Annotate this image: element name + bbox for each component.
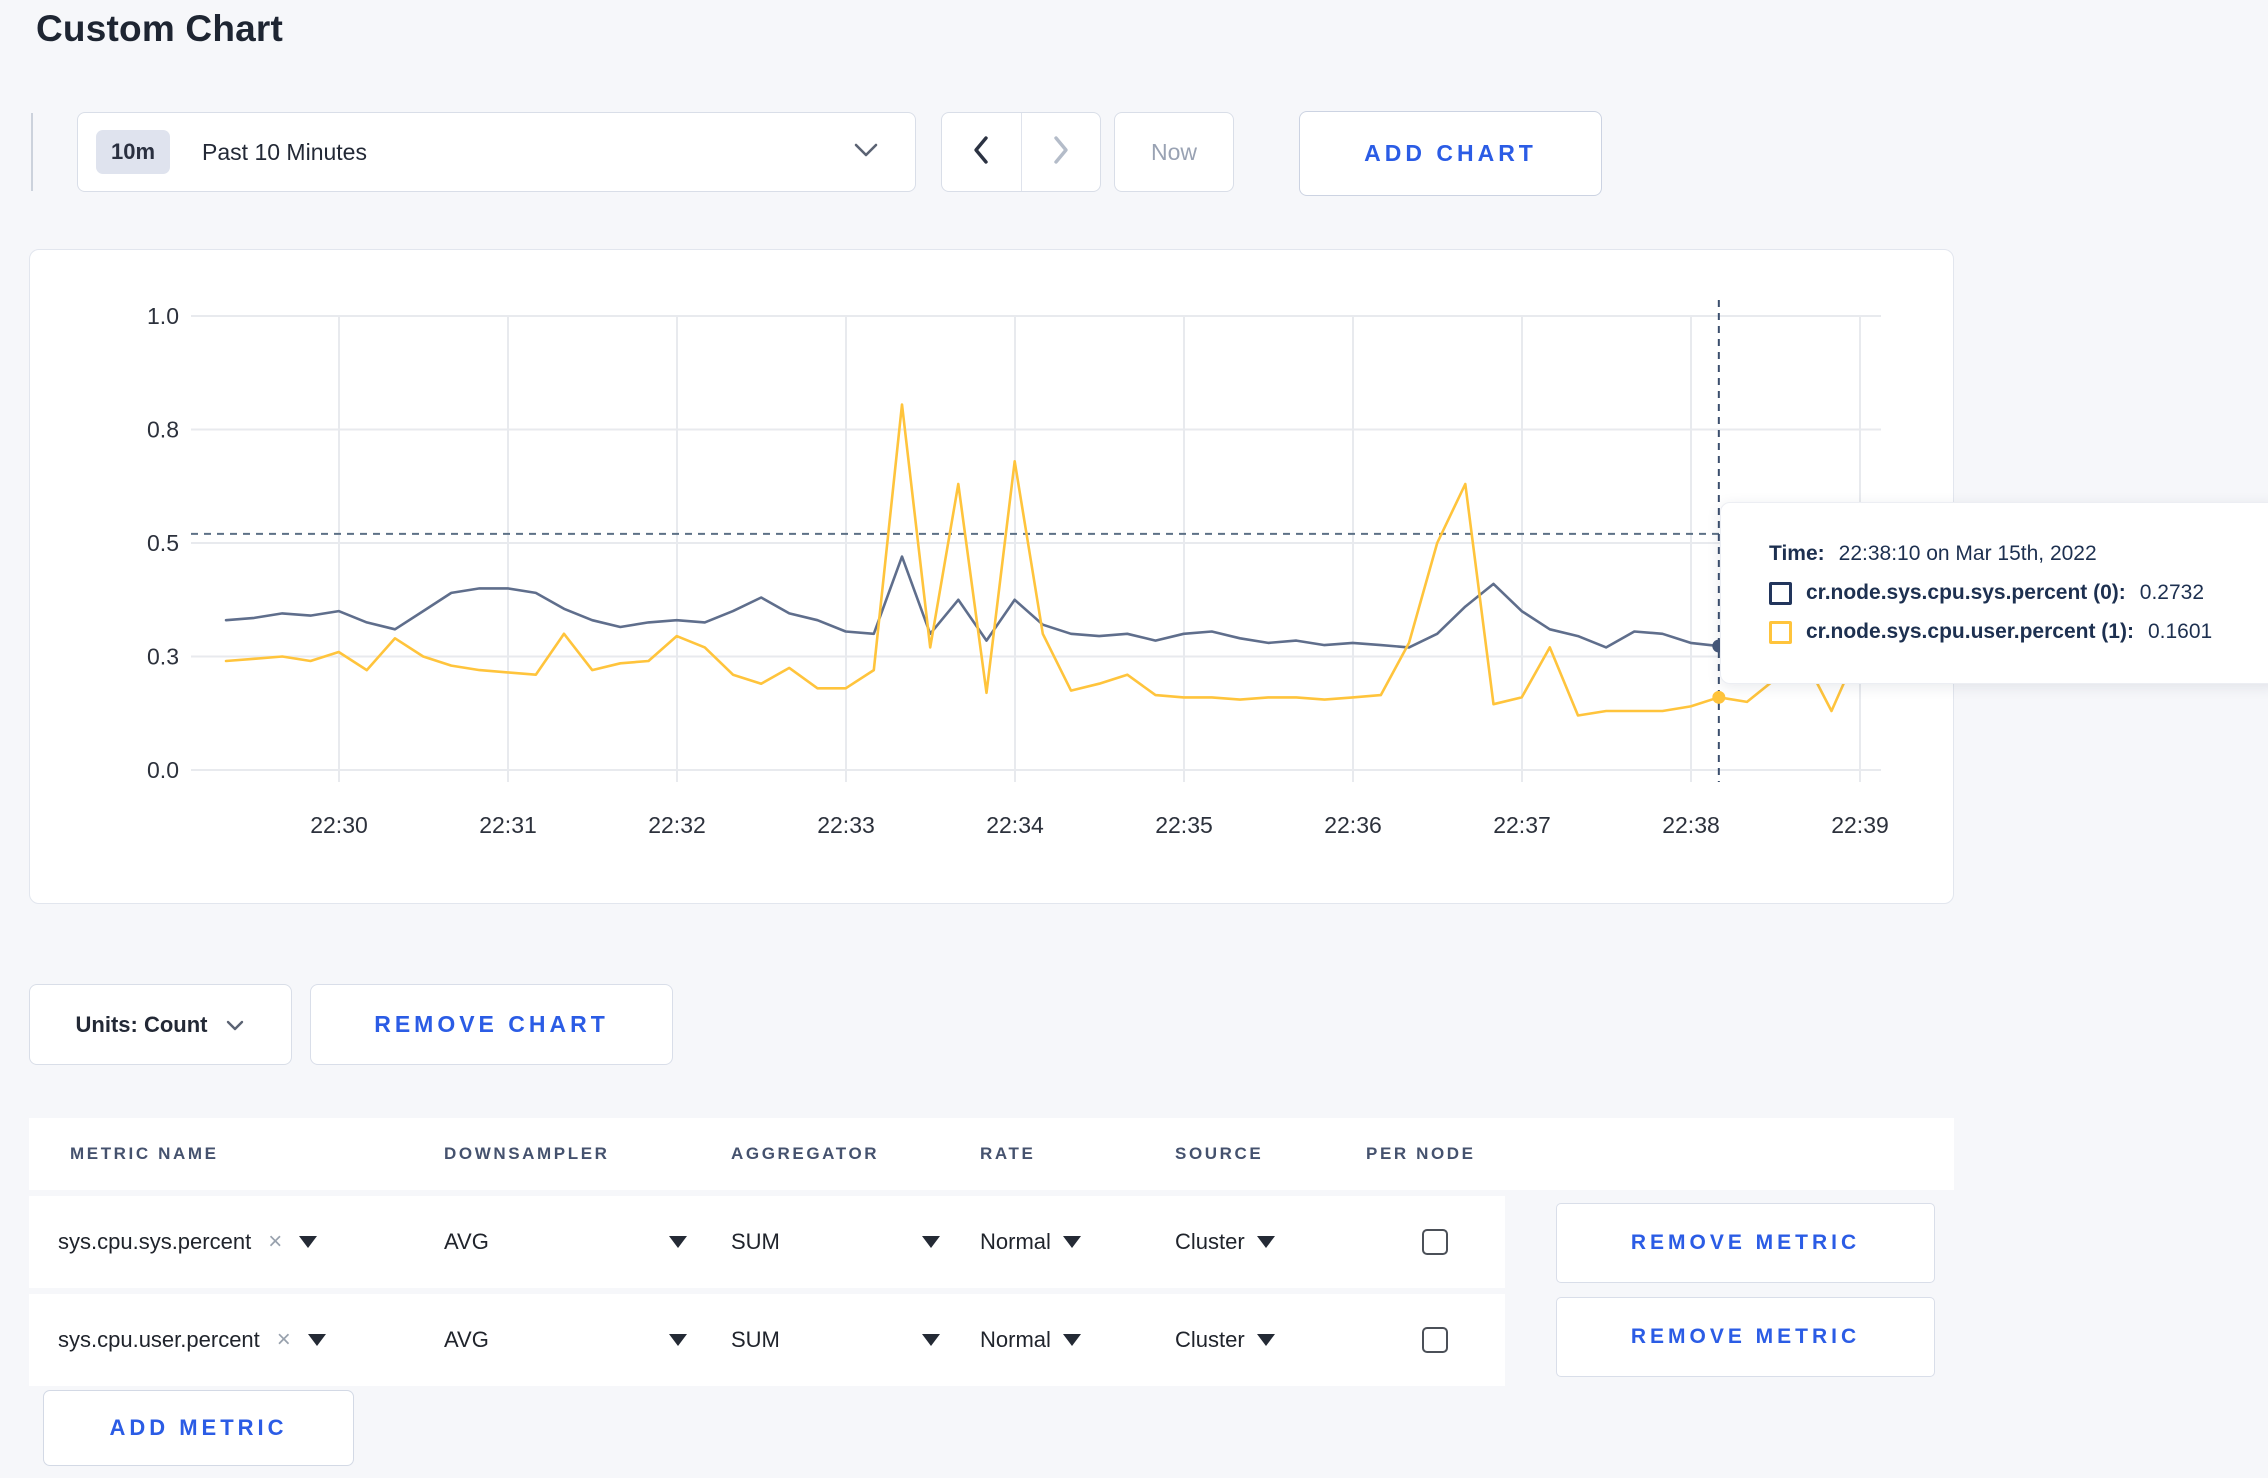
downsampler-value: AVG xyxy=(444,1327,489,1352)
dropdown-arrow-icon xyxy=(1062,1334,1081,1346)
now-button[interactable]: Now xyxy=(1114,112,1234,192)
clear-metric-icon[interactable]: × xyxy=(268,1228,282,1256)
user-series-swatch-icon xyxy=(1769,620,1792,644)
time-range-badge: 10m xyxy=(96,130,171,174)
rate-dropdown[interactable]: Normal xyxy=(980,1229,1081,1255)
y-axis-tick-label: 1.0 xyxy=(147,303,179,329)
page-title: Custom Chart xyxy=(36,8,284,49)
y-axis-tick-label: 0.5 xyxy=(147,530,179,556)
x-axis-tick-label: 22:37 xyxy=(1493,812,1551,838)
units-label: Units: Count xyxy=(75,1011,208,1037)
col-header-source: SOURCE xyxy=(1175,1144,1264,1163)
x-axis-tick-label: 22:33 xyxy=(817,812,875,838)
tooltip-time-label: Time: xyxy=(1769,542,1825,565)
clear-metric-icon[interactable]: × xyxy=(277,1326,291,1354)
time-range-label: Past 10 Minutes xyxy=(202,138,367,165)
prev-window-button[interactable] xyxy=(942,113,1022,191)
series-line-user xyxy=(224,403,1861,717)
col-header-downsampler: DOWNSAMPLER xyxy=(444,1144,610,1163)
dropdown-arrow-icon xyxy=(669,1334,687,1346)
chart-tooltip: Time: 22:38:10 on Mar 15th, 2022 cr.node… xyxy=(1720,502,2268,684)
dropdown-arrow-icon xyxy=(307,1334,326,1346)
downsampler-dropdown[interactable]: AVG xyxy=(444,1327,687,1353)
metric-name-value: sys.cpu.sys.percent xyxy=(58,1229,252,1254)
per-node-checkbox[interactable] xyxy=(1422,1327,1448,1353)
metric-name-dropdown[interactable]: sys.cpu.sys.percent × xyxy=(58,1228,318,1256)
rate-dropdown[interactable]: Normal xyxy=(980,1327,1081,1353)
x-axis-tick-label: 22:35 xyxy=(1155,812,1213,838)
sys-series-swatch-icon xyxy=(1769,581,1792,605)
time-range-select[interactable]: 10m Past 10 Minutes xyxy=(77,112,916,192)
x-axis-tick-label: 22:38 xyxy=(1662,812,1720,838)
chevron-right-icon xyxy=(1051,135,1071,170)
source-value: Cluster xyxy=(1175,1327,1245,1352)
source-dropdown[interactable]: Cluster xyxy=(1175,1229,1275,1255)
add-chart-button[interactable]: ADD CHART xyxy=(1299,111,1602,196)
col-header-metric-name: METRIC NAME xyxy=(70,1144,219,1163)
chevron-down-icon xyxy=(853,142,879,163)
col-header-rate: RATE xyxy=(980,1144,1036,1163)
chart-card: 0.0 0.3 0.5 0.8 1.0 22:30 22:31 22:32 22:33 22:34… xyxy=(29,249,1954,904)
dropdown-arrow-icon xyxy=(922,1236,940,1248)
downsampler-dropdown[interactable]: AVG xyxy=(444,1229,687,1255)
tooltip-series-value: 0.1601 xyxy=(2147,620,2213,643)
x-axis-tick-label: 22:34 xyxy=(986,812,1044,838)
custom-chart-plot[interactable]: 0.0 0.3 0.5 0.8 1.0 22:30 22:31 22:32 22:33 22:34… xyxy=(30,250,1952,902)
dropdown-arrow-icon xyxy=(1256,1236,1275,1248)
tooltip-time-value: 22:38:10 on Mar 15th, 2022 xyxy=(1838,542,2097,565)
rate-value: Normal xyxy=(980,1327,1051,1352)
table-row: sys.cpu.user.percent × AVG SUM Normal Cl… xyxy=(29,1294,1505,1386)
tooltip-series-row: cr.node.sys.cpu.sys.percent (0): 0.2732 xyxy=(1769,581,2268,605)
source-dropdown[interactable]: Cluster xyxy=(1175,1327,1275,1353)
tooltip-series-name: cr.node.sys.cpu.sys.percent (0): xyxy=(1806,581,2126,604)
units-select[interactable]: Units: Count xyxy=(29,984,292,1065)
table-row: sys.cpu.sys.percent × AVG SUM Normal Clu… xyxy=(29,1196,1505,1288)
x-axis-tick-label: 22:30 xyxy=(310,812,368,838)
per-node-checkbox[interactable] xyxy=(1422,1229,1448,1255)
dropdown-arrow-icon xyxy=(669,1236,687,1248)
remove-metric-button[interactable]: REMOVE METRIC xyxy=(1556,1297,1935,1377)
chevron-down-icon xyxy=(225,1012,245,1038)
tooltip-series-value: 0.2732 xyxy=(2139,581,2205,604)
y-axis-tick-label: 0.8 xyxy=(147,417,179,443)
metric-name-value: sys.cpu.user.percent xyxy=(58,1327,260,1352)
source-value: Cluster xyxy=(1175,1229,1245,1254)
x-axis-tick-label: 22:31 xyxy=(479,812,537,838)
metric-name-dropdown[interactable]: sys.cpu.user.percent × xyxy=(58,1326,326,1354)
time-window-pager xyxy=(941,112,1101,192)
toolbar-left-divider xyxy=(31,113,33,191)
aggregator-dropdown[interactable]: SUM xyxy=(731,1229,940,1255)
dropdown-arrow-icon xyxy=(1062,1236,1081,1248)
dropdown-arrow-icon xyxy=(1256,1334,1275,1346)
next-window-button[interactable] xyxy=(1022,113,1101,191)
x-axis-tick-label: 22:36 xyxy=(1324,812,1382,838)
x-axis-tick-label: 22:39 xyxy=(1831,812,1889,838)
dropdown-arrow-icon xyxy=(299,1236,318,1248)
aggregator-dropdown[interactable]: SUM xyxy=(731,1327,940,1353)
dropdown-arrow-icon xyxy=(922,1334,940,1346)
downsampler-value: AVG xyxy=(444,1229,489,1254)
metrics-table-header: METRIC NAME DOWNSAMPLER AGGREGATOR RATE … xyxy=(29,1118,1954,1190)
aggregator-value: SUM xyxy=(731,1229,780,1254)
y-axis-tick-label: 0.0 xyxy=(147,757,179,783)
aggregator-value: SUM xyxy=(731,1327,780,1352)
crosshair-point-user xyxy=(1712,690,1726,704)
add-metric-button[interactable]: ADD METRIC xyxy=(43,1390,354,1466)
tooltip-series-name: cr.node.sys.cpu.user.percent (1): xyxy=(1806,620,2134,643)
col-header-aggregator: AGGREGATOR xyxy=(731,1144,880,1163)
col-header-per-node: PER NODE xyxy=(1366,1144,1476,1163)
tooltip-time-row: Time: 22:38:10 on Mar 15th, 2022 xyxy=(1769,542,2268,566)
chevron-left-icon xyxy=(971,135,991,170)
remove-chart-button[interactable]: REMOVE CHART xyxy=(310,984,673,1065)
tooltip-series-row: cr.node.sys.cpu.user.percent (1): 0.1601 xyxy=(1769,620,2268,644)
remove-metric-button[interactable]: REMOVE METRIC xyxy=(1556,1203,1935,1283)
x-axis-tick-label: 22:32 xyxy=(648,812,706,838)
y-axis-tick-label: 0.3 xyxy=(147,644,179,670)
rate-value: Normal xyxy=(980,1229,1051,1254)
